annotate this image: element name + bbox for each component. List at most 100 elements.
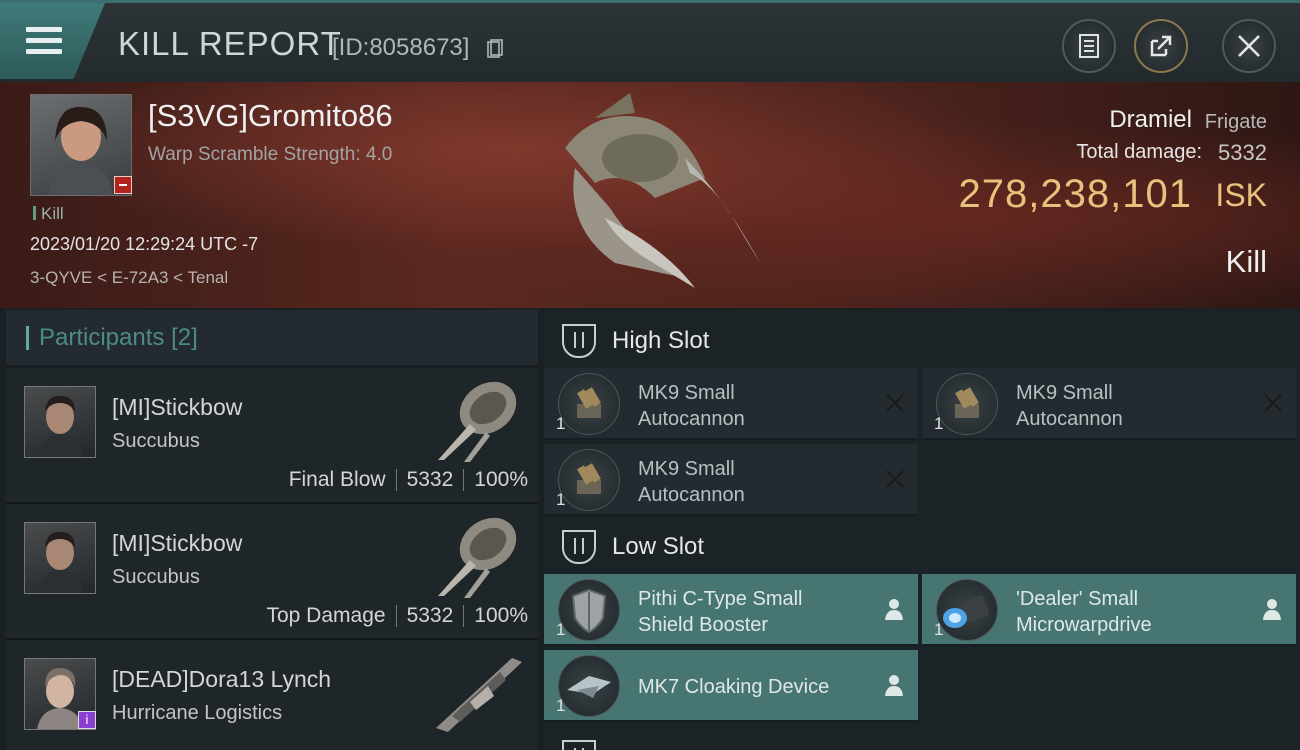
participant-row[interactable]: [MI]Stickbow Succubus Top Damage 5332 10… — [6, 504, 538, 640]
module-slot[interactable]: 1 'Dealer' Small Microwarpdrive — [922, 574, 1296, 646]
module-slot[interactable]: 1 MK9 Small Autocannon — [544, 368, 918, 440]
next-slot-header — [544, 728, 1300, 750]
participants-header: Participants [2] — [6, 310, 538, 366]
module-quantity: 1 — [934, 414, 944, 433]
module-quantity: 1 — [556, 490, 566, 509]
participant-stats: Final Blow 5332 100% — [289, 468, 528, 492]
module-name-line: Shield Booster — [638, 614, 769, 636]
module-name-line: Pithi C-Type Small — [638, 588, 803, 610]
shield-booster-icon — [558, 579, 620, 641]
module-name-line: Autocannon — [638, 484, 745, 506]
module-name-line: MK9 Small — [638, 382, 735, 404]
person-icon[interactable] — [884, 598, 904, 620]
warp-scramble-strength: Warp Scramble Strength: 4.0 — [148, 144, 393, 165]
slot-icon — [562, 740, 596, 750]
module-name: Pithi C-Type Small Shield Booster — [638, 586, 858, 638]
module-name-line: 'Dealer' Small — [1016, 588, 1139, 610]
low-slot-header: Low Slot — [544, 518, 1300, 576]
module-name-line: Autocannon — [1016, 408, 1123, 430]
x-icon[interactable] — [1262, 392, 1284, 414]
participant-stats: Top Damage 5332 100% — [266, 604, 528, 628]
share-icon — [1150, 35, 1172, 57]
kill-timestamp: 2023/01/20 12:29:24 UTC -7 — [30, 234, 259, 254]
kill-location: 3-QYVE < E-72A3 < Tenal — [30, 268, 229, 287]
close-icon — [1238, 35, 1260, 57]
total-damage-label: Total damage: — [1076, 141, 1202, 163]
participant-percent: 100% — [474, 468, 528, 491]
page-title: KILL REPORT — [118, 25, 342, 62]
x-icon[interactable] — [884, 468, 906, 490]
microwarpdrive-icon — [936, 579, 998, 641]
module-slot[interactable]: 1 Pithi C-Type Small Shield Booster — [544, 574, 918, 646]
low-slot-label: Low Slot — [612, 533, 705, 560]
high-slot-header: High Slot — [544, 312, 1300, 370]
participant-ship: Hurricane Logistics — [112, 702, 283, 724]
module-slot[interactable]: 1 MK9 Small Autocannon — [922, 368, 1296, 440]
fitting-panel: High Slot 1 MK9 Small Autocannon 1 MK9 S… — [544, 310, 1300, 750]
participant-row[interactable]: [MI]Stickbow Succubus Final Blow 5332 10… — [6, 368, 538, 504]
info-badge: i — [78, 711, 96, 729]
result-label: Kill — [1225, 244, 1267, 279]
ship-name[interactable]: Dramiel — [1109, 106, 1192, 134]
participant-avatar[interactable] — [24, 386, 96, 458]
participant-ship-image — [438, 517, 517, 598]
share-button[interactable] — [1134, 19, 1188, 73]
participant-name[interactable]: [MI]Stickbow — [112, 530, 242, 557]
person-icon[interactable] — [884, 674, 904, 696]
corp-badge — [114, 176, 132, 194]
portrait-icon — [37, 531, 83, 593]
participant-role: Top Damage — [266, 604, 386, 627]
module-name: MK9 Small Autocannon — [638, 380, 858, 432]
module-slot[interactable]: 1 MK7 Cloaking Device — [544, 650, 918, 722]
participant-name[interactable]: [DEAD]Dora13 Lynch — [112, 666, 331, 693]
divider — [395, 605, 397, 627]
hamburger-menu-icon[interactable] — [26, 27, 62, 55]
divider — [463, 605, 465, 627]
isk-unit: ISK — [1215, 177, 1267, 213]
participants-label: Participants — [39, 323, 165, 351]
person-icon[interactable] — [1262, 598, 1282, 620]
module-quantity: 1 — [556, 414, 566, 433]
slot-icon — [562, 324, 596, 358]
module-name-line: Microwarpdrive — [1016, 614, 1152, 636]
module-name-line: MK9 Small — [1016, 382, 1113, 404]
x-icon[interactable] — [884, 392, 906, 414]
slot-icon — [562, 530, 596, 564]
participant-damage: 5332 — [406, 604, 454, 627]
participant-avatar[interactable] — [24, 522, 96, 594]
participant-percent: 100% — [474, 604, 528, 627]
victim-name[interactable]: [S3VG]Gromito86 — [148, 98, 393, 134]
participant-ship-image — [436, 658, 522, 732]
header-accent-bar — [26, 325, 29, 350]
module-name: MK9 Small Autocannon — [1016, 380, 1236, 432]
ship-class: Frigate — [1204, 111, 1267, 133]
participants-count: [2] — [171, 323, 198, 351]
module-name: MK7 Cloaking Device — [638, 676, 830, 698]
copy-icon[interactable] — [487, 39, 503, 59]
participants-panel: Participants [2] [MI]Stickbow Succubus F… — [6, 310, 538, 750]
module-name: MK9 Small Autocannon — [638, 456, 858, 508]
kill-tag: Kill — [33, 204, 64, 224]
participant-role: Final Blow — [288, 468, 386, 491]
document-button[interactable] — [1062, 19, 1116, 73]
portrait-icon — [37, 395, 83, 457]
participant-row[interactable]: i [DEAD]Dora13 Lynch Hurricane Logistics — [6, 640, 538, 750]
module-quantity: 1 — [556, 696, 566, 715]
cloaking-device-icon — [558, 655, 620, 717]
report-id: [ID:8058673] — [332, 34, 470, 61]
high-slot-label: High Slot — [612, 327, 710, 354]
close-button[interactable] — [1222, 19, 1276, 73]
ship-image — [565, 93, 760, 288]
autocannon-icon — [936, 373, 998, 435]
participant-name[interactable]: [MI]Stickbow — [112, 394, 242, 421]
module-slot[interactable]: 1 MK9 Small Autocannon — [544, 444, 918, 516]
module-name-line: MK9 Small — [638, 458, 735, 480]
autocannon-icon — [558, 449, 620, 511]
module-quantity: 1 — [934, 620, 944, 639]
participant-damage: 5332 — [406, 468, 454, 491]
autocannon-icon — [558, 373, 620, 435]
participant-ship: Succubus — [112, 566, 200, 588]
module-quantity: 1 — [556, 620, 566, 639]
module-name: 'Dealer' Small Microwarpdrive — [1016, 586, 1236, 638]
divider — [395, 469, 397, 491]
